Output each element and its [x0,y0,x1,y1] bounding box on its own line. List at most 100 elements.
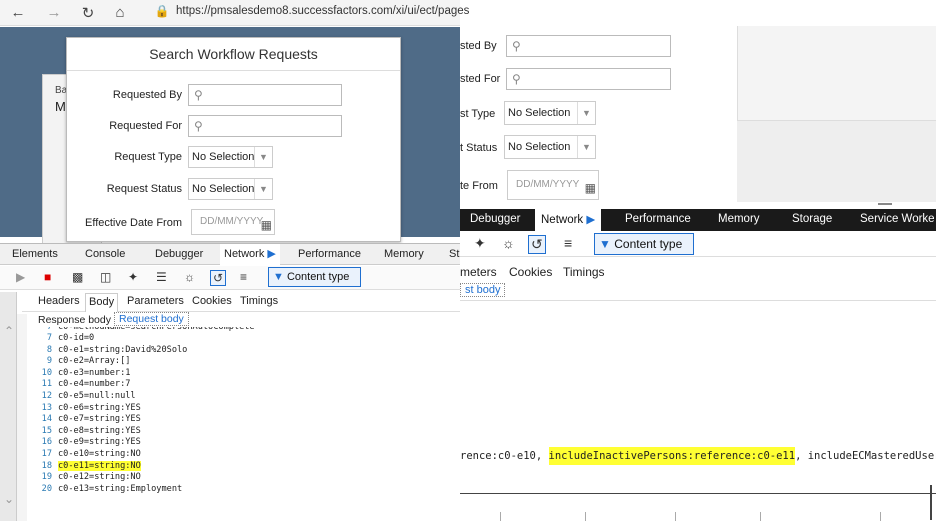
play-icon: ▶ [267,248,276,260]
request-type-value: No Selection [192,151,255,163]
tab-request-body[interactable]: st body [460,283,506,297]
tab-parameters[interactable]: meters [460,265,497,279]
tab-cookies[interactable]: Cookies [192,295,232,307]
requested-by-input[interactable]: ⚲ [506,35,671,57]
clear-cookies-icon[interactable]: ☼ [502,235,515,251]
tab-console[interactable]: Console [85,248,125,260]
chevron-down-icon: ▼ [577,136,595,158]
tab-headers[interactable]: Headers [38,295,80,307]
search-icon: ⚲ [194,119,203,133]
dialog-title: Search Workflow Requests [149,46,318,62]
tab-timings[interactable]: Timings [240,295,278,307]
always-refresh-icon[interactable]: ↺ [528,235,546,254]
chevron-down-icon: ▼ [254,179,272,199]
resize-handle-icon[interactable] [878,203,892,205]
request-type-select[interactable]: No Selection ▼ [188,146,273,168]
scroll-track[interactable] [17,314,27,521]
always-refresh-icon[interactable]: ↺ [210,270,227,286]
play-icon[interactable]: ▶ [16,270,25,284]
line-number: 18 [41,460,52,471]
home-icon[interactable]: ⌂ [110,4,130,21]
line-number: 9 [46,356,52,367]
code-line: 20 c0-e13=string:Employment [28,484,460,496]
code-text: , includeECMasteredUsersOn [795,450,936,462]
code-text: c0-e9=string:YES [58,437,141,448]
chevron-down-icon[interactable]: ⌄ [4,492,14,506]
line-number: 16 [41,437,52,448]
chevron-down-icon: ▼ [577,102,595,124]
requested-for-label: Requested For [109,120,182,132]
calendar-icon[interactable]: ▦ [261,213,272,237]
import-icon[interactable]: ◫ [100,270,111,284]
code-text: c0-e4=number:7 [58,379,131,390]
refresh-icon[interactable]: ↻ [78,4,98,22]
clear-icon[interactable]: ✦ [128,270,138,284]
effective-date-input[interactable]: DD/MM/YYYY ▦ [191,209,275,235]
tab-parameters[interactable]: Parameters [127,295,184,307]
tab-timings[interactable]: Timings [563,265,605,279]
scrollbar[interactable] [930,485,932,520]
tab-response-body[interactable]: Response body [38,314,111,326]
filter-list-icon[interactable]: ≡ [240,270,247,284]
tab-memory[interactable]: Memory [384,248,424,260]
tab-network[interactable]: Network ▶ [535,209,602,231]
requested-by-input[interactable]: ⚲ [188,84,342,106]
stop-icon[interactable]: ■ [44,270,51,284]
address-bar[interactable]: https://pmsalesdemo8.successfactors.com/… [176,5,469,17]
filter-list-icon[interactable]: ≡ [564,235,572,251]
clear-icon[interactable]: ✦ [474,235,486,252]
code-text: rence:c0-e10, [460,450,549,462]
line-number: 13 [41,402,52,413]
lock-icon: 🔒 [154,4,170,18]
content-type-filter[interactable]: ▼ Content type [594,233,694,255]
tab-network[interactable]: Network ▶ [220,244,280,265]
code-line: 16 c0-e9=string:YES [28,437,460,449]
request-type-label: st Type [460,108,496,120]
body-tab-bar: st body [460,283,936,301]
content-type-label: Content type [614,237,683,251]
chevron-up-icon[interactable]: ⌃ [4,324,14,338]
code-line: 12 c0-e5=null:null [28,391,460,403]
save-icon[interactable]: ▩ [72,270,83,284]
tab-storage[interactable]: Storage [792,213,832,225]
play-icon: ▶ [586,214,596,226]
content-type-filter[interactable]: ▼ Content type [268,267,361,287]
tab-debugger[interactable]: Debugger [470,213,521,225]
code-text: c0-e8=string:YES [58,425,141,436]
tab-performance[interactable]: Performance [625,213,691,225]
clear-cookies-icon[interactable]: ☼ [184,270,195,284]
effective-date-label: Effective Date From [85,217,182,229]
code-text: c0-e7=string:YES [58,414,141,425]
code-text: c0-e2=Array:[] [58,356,131,367]
calendar-icon[interactable]: ▦ [585,174,596,202]
request-status-label: Request Status [106,183,182,195]
line-number: 7 [46,333,52,343]
clear-cache-icon[interactable]: ☰ [156,270,167,284]
tab-request-body[interactable]: Request body [114,312,189,326]
code-text: c0-e11=string:NO [58,460,141,471]
code-line: 10 c0-e3=number:1 [28,368,460,380]
tab-cookies[interactable]: Cookies [509,265,552,279]
request-status-label: t Status [460,142,498,154]
request-status-select[interactable]: No Selection ▼ [188,178,273,200]
tab-body[interactable]: Body [85,293,119,312]
code-line: 17 c0-e10=string:NO [28,449,460,461]
search-icon: ⚲ [194,88,203,102]
tab-debugger[interactable]: Debugger [155,248,203,260]
requested-for-input[interactable]: ⚲ [506,68,671,90]
content-type-label: Content type [286,271,350,283]
effective-date-input[interactable]: DD/MM/YYYY ▦ [507,170,599,200]
request-type-select[interactable]: No Selection ▼ [504,101,596,125]
back-arrow-icon[interactable]: ← [8,4,28,21]
tab-storage[interactable]: St [449,248,459,260]
devtools-tab-bar: Elements Console Debugger Network ▶ Perf… [0,244,460,265]
requested-for-input[interactable]: ⚲ [188,115,342,137]
forward-arrow-icon[interactable]: → [44,4,64,21]
tab-memory[interactable]: Memory [718,213,760,225]
request-status-select[interactable]: No Selection ▼ [504,135,596,159]
tab-elements[interactable]: Elements [12,248,58,260]
tab-performance[interactable]: Performance [298,248,361,260]
requested-by-label: Requested By [112,89,182,101]
tab-service-workers[interactable]: Service Worke [860,213,935,225]
devtools-side-gutter: ⌃ ⌄ [0,292,17,521]
